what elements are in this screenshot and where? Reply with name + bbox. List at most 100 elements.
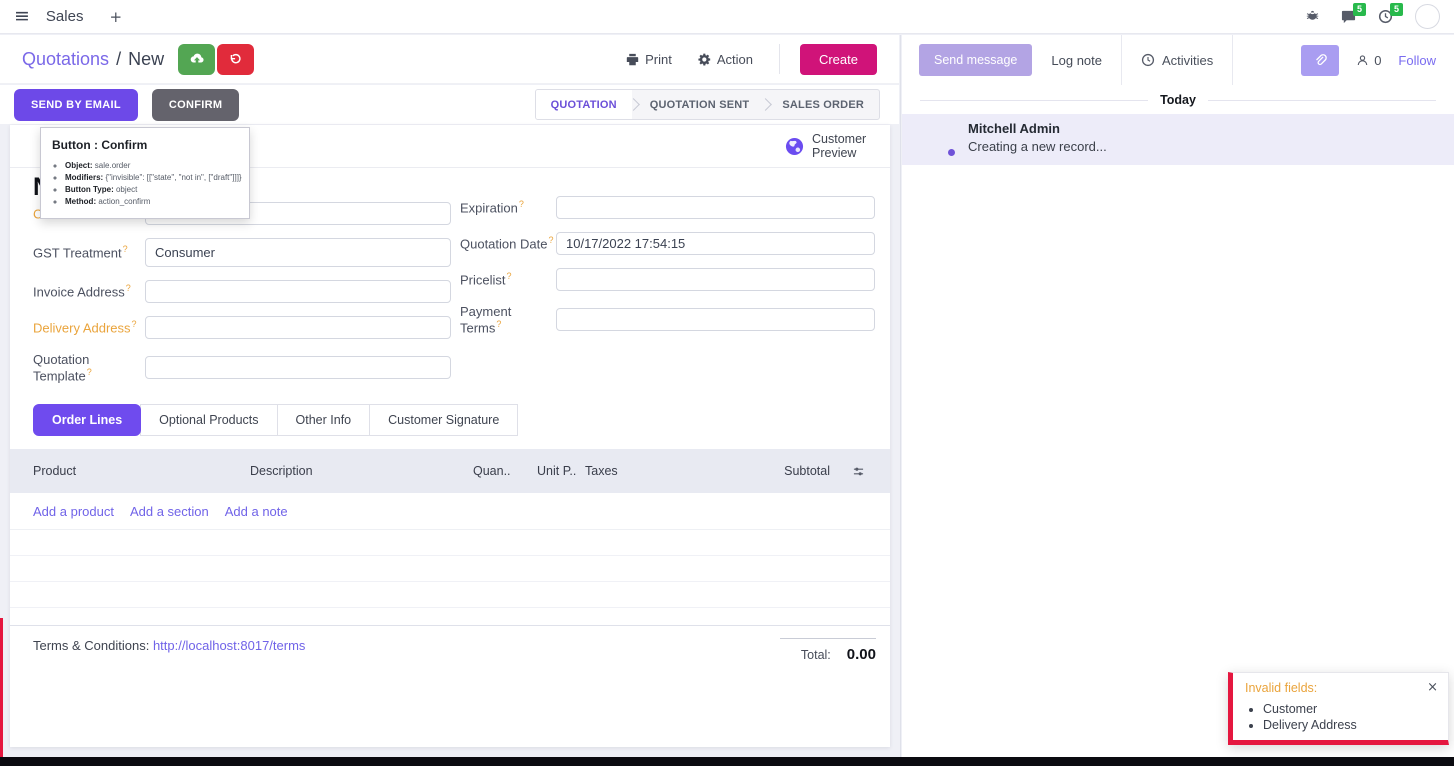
breadcrumb-separator: /: [116, 49, 121, 70]
breadcrumb-current: New: [128, 49, 164, 70]
optional-columns-button[interactable]: [836, 466, 880, 477]
chatter-topbar: Send message Log note Activities 0 Follo…: [902, 35, 1454, 85]
top-navbar: ≡ Sales + 5 5: [0, 0, 1454, 34]
pricelist-label: Pricelist?: [460, 271, 556, 287]
tab-other-info[interactable]: Other Info: [277, 404, 371, 436]
stage-quotation[interactable]: QUOTATION: [536, 90, 632, 119]
tab-customer-signature[interactable]: Customer Signature: [369, 404, 518, 436]
sheet-footer: Terms & Conditions: http://localhost:801…: [10, 626, 890, 663]
clock-icon: [1141, 53, 1155, 67]
undo-icon: [229, 53, 242, 66]
confirm-button[interactable]: CONFIRM: [152, 89, 239, 121]
message-author[interactable]: Mitchell Admin: [968, 121, 1107, 136]
tab-order-lines[interactable]: Order Lines: [33, 404, 141, 436]
log-note-button[interactable]: Log note: [1051, 53, 1102, 68]
tab-optional-products[interactable]: Optional Products: [140, 404, 277, 436]
invoice-address-input[interactable]: [145, 280, 451, 303]
message-body: Creating a new record...: [968, 139, 1107, 154]
date-divider-label: Today: [1160, 93, 1196, 107]
debug-bug-icon[interactable]: [1306, 10, 1319, 23]
quotation-date-input[interactable]: [556, 232, 875, 255]
globe-icon: [785, 137, 804, 156]
presence-dot: [946, 147, 957, 158]
column-quantity: Quan..: [473, 464, 537, 478]
cloud-upload-icon: [190, 52, 204, 66]
stage-sales-order[interactable]: SALES ORDER: [767, 90, 879, 119]
empty-order-line: [10, 556, 890, 582]
invalid-field-customer: Customer: [1263, 702, 1438, 716]
schedule-activity-button[interactable]: Activities: [1122, 35, 1233, 85]
empty-order-line: [10, 530, 890, 556]
quotation-template-label: Quotation Template?: [33, 352, 145, 383]
print-menu[interactable]: Print: [626, 52, 672, 67]
discard-record-button[interactable]: [217, 44, 254, 75]
empty-order-line: [10, 608, 890, 626]
breadcrumb-quotations[interactable]: Quotations: [22, 49, 109, 70]
messages-count-badge: 5: [1353, 3, 1366, 16]
add-a-section-link[interactable]: Add a section: [130, 504, 209, 519]
payment-terms-input[interactable]: [556, 308, 875, 331]
activities-button[interactable]: 5: [1378, 9, 1393, 24]
user-avatar[interactable]: [1415, 4, 1440, 29]
field-hint: ?: [519, 199, 524, 209]
pricelist-input[interactable]: [556, 268, 875, 291]
tooltip-object: Object: sale.order: [65, 161, 238, 170]
field-hint: ?: [123, 244, 128, 254]
order-lines-add-row: Add a product Add a section Add a note: [10, 493, 890, 530]
field-hint: ?: [507, 271, 512, 281]
totals-box: Total: 0.00: [780, 638, 876, 663]
invoice-address-label: Invoice Address?: [33, 283, 145, 299]
quotation-date-label: Quotation Date?: [460, 235, 556, 251]
field-hint: ?: [496, 319, 501, 329]
chatter-panel: Send message Log note Activities 0 Follo…: [902, 35, 1454, 757]
column-description: Description: [250, 464, 473, 478]
customer-preview-link[interactable]: Customer Preview: [785, 132, 874, 161]
column-unit-price: Unit P..: [537, 464, 585, 478]
follower-count: 0: [1374, 53, 1381, 68]
total-label: Total:: [801, 648, 831, 662]
terms-and-conditions: Terms & Conditions: http://localhost:801…: [33, 638, 305, 653]
column-taxes: Taxes: [585, 464, 705, 478]
date-divider: Today: [902, 93, 1454, 107]
send-by-email-button[interactable]: SEND BY EMAIL: [14, 89, 138, 121]
new-tab-button[interactable]: +: [109, 8, 122, 26]
control-panel: Quotations / New Print Action Create: [0, 35, 899, 84]
notebook-tabs: Order Lines Optional Products Other Info…: [33, 404, 890, 436]
gst-treatment-label: GST Treatment?: [33, 244, 145, 260]
control-panel-divider: [779, 44, 780, 74]
app-tab-sales[interactable]: Sales: [46, 8, 84, 25]
column-subtotal: Subtotal: [716, 464, 836, 478]
order-lines-header: Product Description Quan.. Unit P.. Taxe…: [10, 449, 890, 493]
send-message-button[interactable]: Send message: [919, 44, 1032, 76]
expiration-input[interactable]: [556, 196, 875, 219]
invalid-field-delivery-address: Delivery Address: [1263, 718, 1438, 732]
chatter-message: Mitchell Admin Creating a new record...: [902, 114, 1454, 165]
create-button[interactable]: Create: [800, 44, 877, 75]
add-a-note-link[interactable]: Add a note: [225, 504, 288, 519]
field-hint: ?: [548, 235, 553, 245]
quotation-template-input[interactable]: [145, 356, 451, 379]
empty-order-line: [10, 582, 890, 608]
total-value: 0.00: [847, 646, 876, 663]
delivery-address-input[interactable]: [145, 316, 451, 339]
close-icon[interactable]: ×: [1427, 681, 1438, 694]
stage-quotation-sent[interactable]: QUOTATION SENT: [635, 90, 765, 119]
tooltip-modifiers: Modifiers: {"invisible": [["state", "not…: [65, 173, 238, 182]
action-menu[interactable]: Action: [698, 52, 753, 67]
toast-title: Invalid fields:: [1245, 681, 1317, 695]
tooltip-button-type: Button Type: object: [65, 185, 238, 194]
follow-button[interactable]: Follow: [1398, 53, 1436, 68]
save-record-button[interactable]: [178, 44, 215, 75]
invalid-fields-toast: Invalid fields: × Customer Delivery Addr…: [1228, 672, 1449, 745]
gst-treatment-select[interactable]: [145, 238, 451, 267]
form-statusbar: SEND BY EMAIL CONFIRM QUOTATION QUOTATIO…: [0, 85, 899, 124]
terms-link[interactable]: http://localhost:8017/terms: [153, 638, 305, 653]
message-avatar[interactable]: [920, 121, 956, 157]
add-a-product-link[interactable]: Add a product: [33, 504, 114, 519]
followers-button[interactable]: 0: [1356, 53, 1381, 68]
messages-button[interactable]: 5: [1341, 9, 1356, 24]
form-view-panel: Quotations / New Print Action Create SEN…: [0, 35, 901, 757]
stage-pipeline: QUOTATION QUOTATION SENT SALES ORDER: [535, 89, 880, 120]
attach-files-button[interactable]: [1301, 45, 1339, 76]
apps-menu-icon[interactable]: ≡: [14, 7, 30, 26]
